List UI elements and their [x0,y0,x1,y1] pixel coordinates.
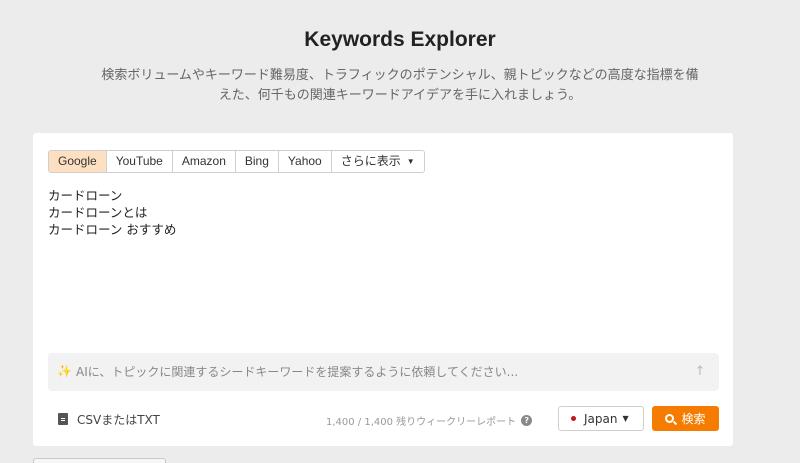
subtitle-line-1: 検索ボリュームやキーワード難易度、トラフィックのポテンシャル、親トピックなどの高… [101,68,699,83]
search-icon [665,414,675,423]
file-icon [58,413,68,425]
keyword-line: カードローン おすすめ [48,222,177,237]
page: Keywords Explorer 検索ボリュームやキーワード難易度、トラフィッ… [0,0,800,463]
tab-bing-label: Bing [244,154,269,168]
japan-flag-icon [571,416,576,421]
tab-yahoo[interactable]: Yahoo [278,151,332,172]
tab-amazon[interactable]: Amazon [172,151,236,172]
tab-google-label: Google [58,154,97,168]
tab-bing[interactable]: Bing [235,151,279,172]
page-title: Keywords Explorer [304,28,496,51]
caret-down-icon: ▼ [406,157,415,166]
tab-more-dropdown[interactable]: さらに表示 ▼ [331,151,424,172]
help-icon[interactable]: ? [521,415,533,426]
report-quota: 1,400 / 1,400 残りウィークリーレポート ? [326,413,533,428]
upload-csv-button[interactable]: CSVまたはTXT [58,411,160,427]
partial-element-below[interactable] [33,458,166,463]
tab-youtube-label: YouTube [115,154,163,168]
caret-down-icon: ▼ [622,414,629,423]
upload-csv-label: CSVまたはTXT [77,412,160,427]
tab-amazon-label: Amazon [181,154,226,168]
tab-yahoo-label: Yahoo [287,154,322,168]
page-subtitle: 検索ボリュームやキーワード難易度、トラフィックのポテンシャル、親トピックなどの高… [40,66,760,106]
sparkle-icon: ✨ [57,364,72,378]
arrow-up-icon[interactable]: ↑ [693,364,707,380]
keyword-line: カードローン [48,188,123,203]
keyword-line: カードローンとは [48,205,148,220]
search-engine-tabs: Google YouTube Amazon Bing Yahoo さらに表示 ▼ [48,150,425,173]
ai-prompt-input[interactable]: ✨ AIに、トピックに関連するシードキーワードを提案するように依頼してください.… [48,353,719,391]
ai-prompt-placeholder: AIに、トピックに関連するシードキーワードを提案するように依頼してください... [76,365,519,379]
country-label: Japan [584,411,618,426]
keywords-textarea[interactable]: カードローン カードローンとは カードローン おすすめ [48,187,708,337]
country-select[interactable]: Japan ▼ [558,406,644,431]
tab-youtube[interactable]: YouTube [106,151,173,172]
quota-text: 1,400 / 1,400 残りウィークリーレポート [326,417,517,428]
tab-more-label: さらに表示 [340,154,401,168]
subtitle-line-2: えた、何千もの関連キーワードアイデアを手に入れましょう。 [218,88,582,103]
search-button[interactable]: 検索 [652,406,719,431]
search-button-label: 検索 [681,412,706,426]
keyword-input-card: Google YouTube Amazon Bing Yahoo さらに表示 ▼ … [33,133,733,446]
tab-google[interactable]: Google [49,151,107,172]
